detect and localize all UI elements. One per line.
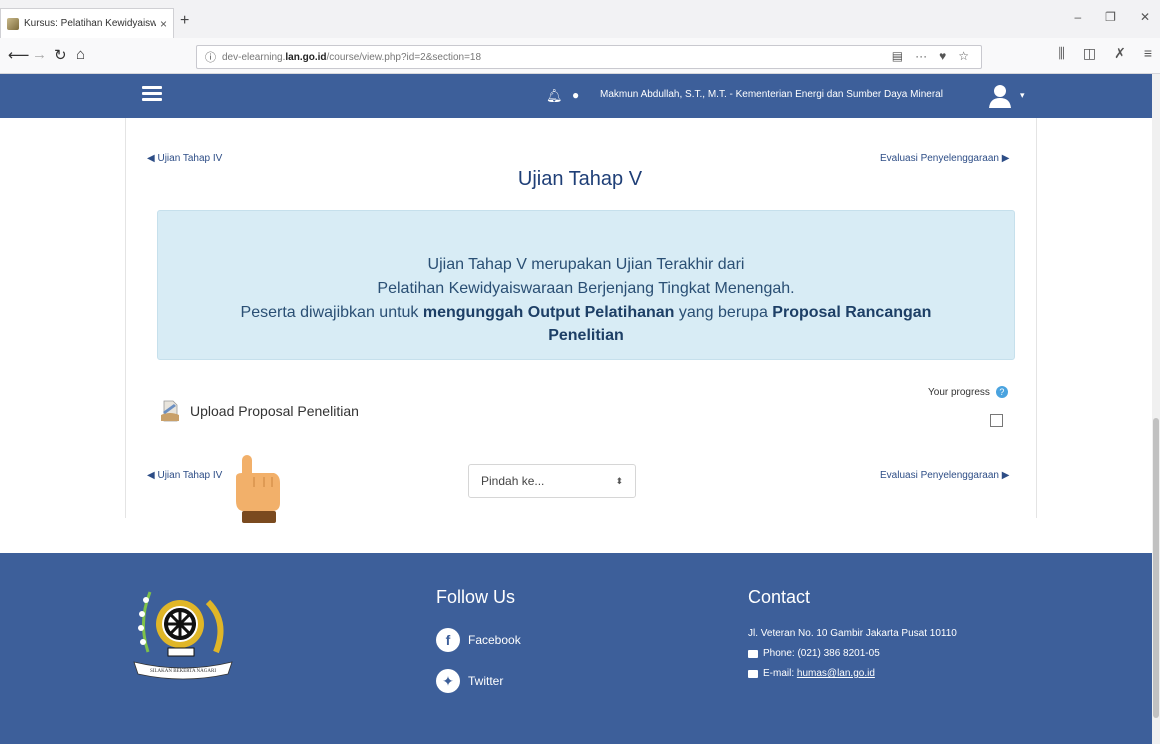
home-icon[interactable]: ⌂ — [76, 46, 85, 63]
next-section-link-bottom[interactable]: Evaluasi Penyelenggaraan ▶ — [880, 470, 1009, 481]
jump-to-section-select[interactable]: Pindah ke... ⬍ — [468, 464, 636, 498]
user-name[interactable]: Makmun Abdullah, S.T., M.T. - Kementeria… — [600, 89, 943, 100]
contact-title: Contact — [748, 587, 811, 607]
reload-icon[interactable]: ↻ — [54, 46, 67, 64]
institution-logo: SILAKAN BEKERTA NAGARI — [133, 591, 233, 680]
messages-icon[interactable]: ● — [572, 88, 579, 102]
facebook-icon: f — [436, 628, 460, 652]
toolbar-right: ⫼ ◫ ✗ ≡ — [1058, 45, 1152, 62]
site-header: 🔔︎ ● Makmun Abdullah, S.T., M.T. - Kemen… — [0, 74, 1152, 118]
activity-upload-proposal[interactable]: Upload Proposal Penelitian — [160, 400, 359, 422]
twitter-icon: ✦ — [436, 669, 460, 693]
user-avatar-icon[interactable] — [986, 82, 1014, 110]
email-link[interactable]: humas@lan.go.id — [797, 668, 875, 679]
follow-us-title: Follow Us — [436, 587, 516, 607]
pointing-hand-icon — [236, 455, 280, 523]
phone-icon — [748, 649, 758, 658]
page-actions-icon[interactable]: ··· — [915, 49, 927, 63]
new-tab-button[interactable]: + — [180, 12, 189, 30]
sidebar-icon[interactable]: ◫ — [1083, 45, 1096, 62]
pocket-icon[interactable]: ♥ — [939, 49, 946, 63]
menu-icon[interactable]: ≡ — [1144, 45, 1152, 62]
page-scrollbar-thumb[interactable] — [1153, 418, 1159, 718]
url-bar[interactable]: ⓘ dev-elearning. lan.go.id/course/view.ph… — [196, 45, 982, 69]
window-close-icon[interactable]: ✕ — [1140, 10, 1150, 24]
prev-section-link[interactable]: ◀ Ujian Tahap IV — [147, 153, 222, 164]
url-host: lan.go.id — [285, 51, 327, 63]
facebook-link[interactable]: f Facebook — [436, 628, 521, 652]
reader-view-icon[interactable]: ▤ — [892, 49, 903, 63]
activity-label[interactable]: Upload Proposal Penelitian — [190, 403, 359, 419]
section-title: Ujian Tahap V — [517, 168, 643, 190]
twitter-link[interactable]: ✦ Twitter — [436, 669, 503, 693]
minimize-icon[interactable]: – — [1074, 10, 1081, 24]
prev-section-link-bottom[interactable]: ◀ Ujian Tahap IV — [147, 470, 222, 481]
browser-tab[interactable]: Kursus: Pelatihan Kewidyaiswar × — [0, 8, 174, 38]
summary-line-2: Pelatihan Kewidyaiswaraan Berjenjang Tin… — [377, 280, 795, 297]
logo-motto: SILAKAN BEKERTA NAGARI — [150, 669, 216, 674]
url-actions: ▤ ··· ♥ ☆ — [892, 49, 969, 63]
info-icon[interactable]: ⓘ — [205, 49, 216, 65]
progress-label: Your progress ? — [928, 386, 1008, 398]
restore-icon[interactable]: ❐ — [1105, 10, 1116, 24]
assignment-icon — [161, 400, 179, 422]
url-prefix: dev-elearning. — [222, 51, 286, 63]
section-summary-box: Ujian Tahap V merupakan Ujian Terakhir d… — [157, 210, 1015, 360]
url-path: /course/view.php?id=2&section=18 — [326, 51, 482, 63]
next-section-link[interactable]: Evaluasi Penyelenggaraan ▶ — [880, 153, 1009, 164]
summary-line-3: Peserta diwajibkan untuk mengunggah Outp… — [240, 304, 932, 321]
user-menu-caret-icon[interactable]: ▾ — [1020, 90, 1025, 101]
forward-icon[interactable]: → — [32, 46, 47, 63]
summary-line-1: Ujian Tahap V merupakan Ujian Terakhir d… — [427, 256, 745, 273]
contact-address: Jl. Veteran No. 10 Gambir Jakarta Pusat … — [748, 628, 957, 639]
back-icon[interactable]: ⟵ — [8, 46, 30, 64]
contact-phone: Phone: (021) 386 8201-05 — [748, 648, 880, 659]
summary-line-4: Penelitian — [548, 327, 624, 344]
library-icon[interactable]: ⫼ — [1058, 45, 1064, 62]
extension-icon[interactable]: ✗ — [1114, 45, 1126, 62]
window-controls: – ❐ ✕ — [1074, 10, 1150, 24]
mail-icon — [748, 669, 758, 678]
tab-title: Kursus: Pelatihan Kewidyaiswar — [24, 18, 156, 29]
browser-tab-bar: Kursus: Pelatihan Kewidyaiswar × + – ❐ ✕ — [0, 0, 1160, 38]
completion-checkbox[interactable] — [990, 414, 1003, 427]
bookmark-star-icon[interactable]: ☆ — [958, 49, 969, 63]
select-arrows-icon: ⬍ — [615, 475, 623, 486]
tab-close-icon[interactable]: × — [156, 17, 167, 31]
notification-bell-icon[interactable]: 🔔︎ — [546, 88, 563, 104]
contact-email: E-mail: humas@lan.go.id — [748, 668, 875, 679]
site-favicon-icon — [7, 17, 19, 30]
nav-drawer-toggle-icon[interactable] — [142, 86, 162, 102]
help-icon[interactable]: ? — [995, 386, 1008, 398]
